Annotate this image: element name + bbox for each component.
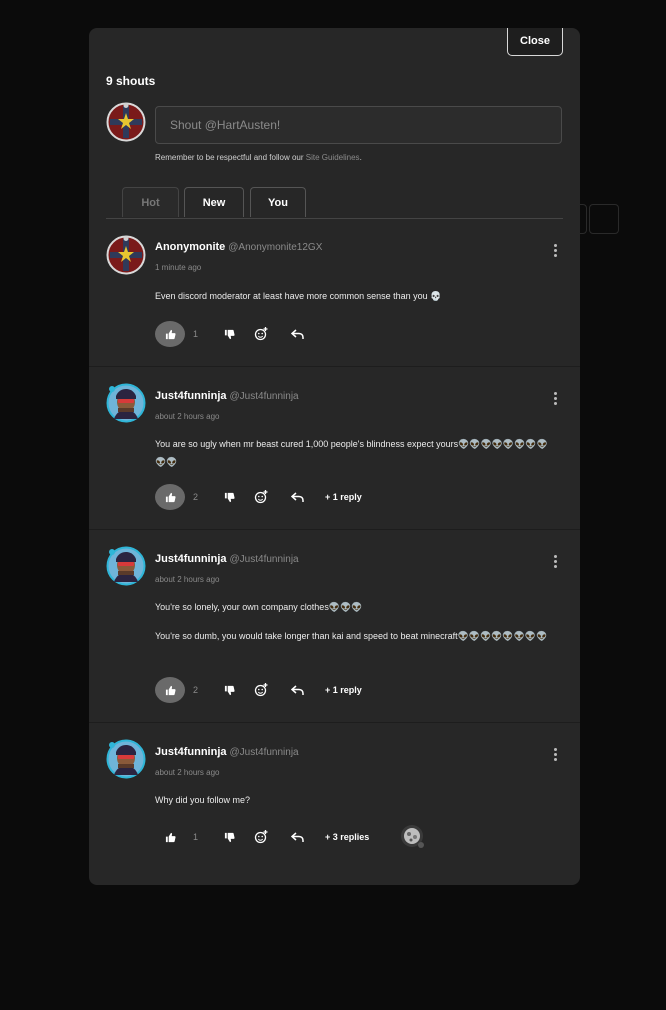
add-reaction-button[interactable] <box>252 321 270 347</box>
close-button[interactable]: Close <box>507 28 563 56</box>
comment-time: about 2 hours ago <box>155 768 220 777</box>
tab-new[interactable]: New <box>184 187 244 217</box>
avatar[interactable] <box>106 383 146 423</box>
thumbs-up-icon <box>165 329 176 339</box>
view-replies-button[interactable]: + 1 reply <box>325 484 362 510</box>
tab-you[interactable]: You <box>250 187 306 217</box>
like-button[interactable] <box>155 484 185 510</box>
add-reaction-button[interactable] <box>252 677 270 703</box>
guidelines-note: Remember to be respectful and follow our… <box>155 153 362 162</box>
comment-item: Just4funninja @Just4funninja about 2 hour… <box>89 530 580 723</box>
add-reaction-icon <box>254 683 268 697</box>
shouts-modal: Close 9 shouts Remember to be respectful… <box>89 28 580 885</box>
author-handle[interactable]: @Just4funninja <box>230 391 299 402</box>
author-name[interactable]: Anonymonite <box>155 241 225 253</box>
comment-item: Just4funninja @Just4funninja about 2 hour… <box>89 723 580 885</box>
comment-author[interactable]: Just4funninja @Just4funninja <box>155 553 299 565</box>
comment-text: You're so lonely, your own company cloth… <box>155 598 555 645</box>
reply-arrow-icon <box>290 328 304 339</box>
author-handle[interactable]: @Just4funninja <box>230 747 299 758</box>
guidelines-text: Remember to be respectful and follow our <box>155 153 306 162</box>
comment-author[interactable]: Anonymonite @Anonymonite12GX <box>155 241 322 253</box>
comment-actions: 1 <box>155 321 555 347</box>
like-button[interactable] <box>155 677 185 703</box>
like-count: 2 <box>193 492 199 502</box>
like-button[interactable] <box>155 321 185 347</box>
reply-button[interactable] <box>288 321 306 347</box>
thumbs-down-icon <box>224 492 235 502</box>
comment-time: about 2 hours ago <box>155 575 220 584</box>
thumbs-down-icon <box>224 329 235 339</box>
author-handle[interactable]: @Anonymonite12GX <box>228 242 322 253</box>
reply-button[interactable] <box>288 677 306 703</box>
sort-tabs: Hot New You <box>106 187 563 219</box>
like-count: 1 <box>193 329 199 339</box>
guidelines-end: . <box>359 153 362 162</box>
avatar[interactable] <box>106 235 146 275</box>
shout-input[interactable] <box>155 106 562 144</box>
more-icon[interactable] <box>549 553 561 569</box>
thumbs-down-icon <box>224 685 235 695</box>
thumbs-up-icon <box>165 492 176 502</box>
comment-text: You are so ugly when mr beast cured 1,00… <box>155 435 555 471</box>
author-handle[interactable]: @Just4funninja <box>230 554 299 565</box>
comment-actions: 1 + 3 replies <box>155 824 555 850</box>
avatar[interactable] <box>106 102 146 142</box>
like-button[interactable] <box>155 824 185 850</box>
view-replies-button[interactable]: + 3 replies <box>325 824 369 850</box>
avatar[interactable] <box>106 546 146 586</box>
add-reaction-button[interactable] <box>252 824 270 850</box>
comment-paragraph: You're so lonely, your own company cloth… <box>155 602 363 612</box>
comment-time: 1 minute ago <box>155 263 202 272</box>
dislike-button[interactable] <box>221 321 237 347</box>
add-reaction-button[interactable] <box>252 484 270 510</box>
comment-author[interactable]: Just4funninja @Just4funninja <box>155 390 299 402</box>
add-reaction-icon <box>254 490 268 504</box>
comment-actions: 2 + 1 reply <box>155 677 555 703</box>
comment-time: about 2 hours ago <box>155 412 220 421</box>
tab-hot[interactable]: Hot <box>122 187 179 217</box>
add-reaction-icon <box>254 327 268 341</box>
site-guidelines-link[interactable]: Site Guidelines <box>306 153 360 162</box>
reply-button[interactable] <box>288 824 306 850</box>
more-icon[interactable] <box>549 242 561 258</box>
view-replies-button[interactable]: + 1 reply <box>325 677 362 703</box>
dislike-button[interactable] <box>221 824 237 850</box>
shout-count: 9 shouts <box>106 74 156 88</box>
comment-paragraph: You are so ugly when mr beast cured 1,00… <box>155 439 548 467</box>
replier-avatar[interactable] <box>400 824 426 850</box>
comment-text: Why did you follow me? <box>155 791 555 809</box>
comment-paragraph: Even discord moderator at least have mor… <box>155 291 442 301</box>
dislike-button[interactable] <box>221 484 237 510</box>
thumbs-up-icon <box>165 685 176 695</box>
more-icon[interactable] <box>549 390 561 406</box>
thumbs-down-icon <box>224 832 235 842</box>
reply-arrow-icon <box>290 684 304 695</box>
avatar[interactable] <box>106 739 146 779</box>
comment-item: Just4funninja @Just4funninja about 2 hour… <box>89 367 580 530</box>
dislike-button[interactable] <box>221 677 237 703</box>
add-reaction-icon <box>254 830 268 844</box>
comment-item: Anonymonite @Anonymonite12GX 1 minute ago… <box>89 228 580 367</box>
like-count: 2 <box>193 685 199 695</box>
author-name[interactable]: Just4funninja <box>155 746 227 758</box>
thumbs-up-icon <box>165 832 176 842</box>
background-more-button <box>589 204 619 234</box>
comment-paragraph: Why did you follow me? <box>155 795 251 805</box>
comment-actions: 2 + 1 reply <box>155 484 555 510</box>
comment-text: Even discord moderator at least have mor… <box>155 287 555 305</box>
reply-arrow-icon <box>290 491 304 502</box>
comment-paragraph: You're so dumb, you would take longer th… <box>155 631 548 641</box>
reply-arrow-icon <box>290 831 304 842</box>
author-name[interactable]: Just4funninja <box>155 553 227 565</box>
comment-author[interactable]: Just4funninja @Just4funninja <box>155 746 299 758</box>
like-count: 1 <box>193 832 199 842</box>
author-name[interactable]: Just4funninja <box>155 390 227 402</box>
reply-button[interactable] <box>288 484 306 510</box>
more-icon[interactable] <box>549 746 561 762</box>
